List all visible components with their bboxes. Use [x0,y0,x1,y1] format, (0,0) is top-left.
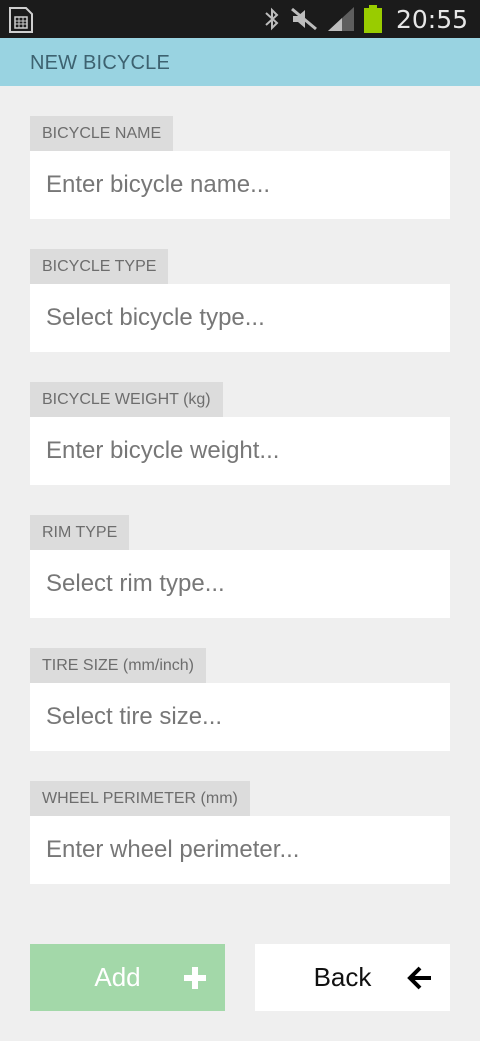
arrow-left-icon [400,958,440,998]
add-button[interactable]: Add [30,944,225,1011]
bluetooth-icon [265,7,279,31]
wheel-perimeter-field-group: WHEEL PERIMETER (mm) [30,781,450,884]
bicycle-name-input[interactable] [30,151,450,219]
mute-icon [290,7,317,31]
tire-size-field-group: TIRE SIZE (mm/inch) Select tire size... [30,648,450,751]
sim-card-icon [9,7,33,33]
battery-icon [363,5,382,33]
rim-type-field-group: RIM TYPE Select rim type... [30,515,450,618]
bicycle-weight-box[interactable] [30,417,450,485]
tire-size-select[interactable]: Select tire size... [30,683,450,751]
bicycle-type-label: BICYCLE TYPE [30,249,169,284]
bicycle-name-field-group: BICYCLE NAME [30,116,450,219]
plus-icon [175,958,215,998]
rim-type-label: RIM TYPE [30,515,130,550]
app-bar: NEW BICYCLE [0,38,480,86]
tire-size-label: TIRE SIZE (mm/inch) [30,648,207,683]
bicycle-weight-input[interactable] [30,417,450,485]
wheel-perimeter-box[interactable] [30,816,450,884]
wheel-perimeter-label: WHEEL PERIMETER (mm) [30,781,250,816]
bicycle-name-box[interactable] [30,151,450,219]
bicycle-weight-field-group: BICYCLE WEIGHT (kg) [30,382,450,485]
add-button-label: Add [94,962,141,992]
bicycle-type-field-group: BICYCLE TYPE Select bicycle type... [30,249,450,352]
page-title: NEW BICYCLE [30,52,171,74]
tire-size-placeholder[interactable]: Select tire size... [30,683,450,751]
bicycle-type-placeholder[interactable]: Select bicycle type... [30,284,450,352]
clock-time: 20:55 [395,4,468,34]
back-button-label: Back [313,962,372,992]
signal-icon [327,7,354,31]
wheel-perimeter-input[interactable] [30,816,450,884]
status-bar: 20:55 [0,0,480,38]
rim-type-select[interactable]: Select rim type... [30,550,450,618]
bicycle-name-label: BICYCLE NAME [30,116,174,151]
back-button[interactable]: Back [255,944,450,1011]
bicycle-weight-label: BICYCLE WEIGHT (kg) [30,382,223,417]
bicycle-type-select[interactable]: Select bicycle type... [30,284,450,352]
rim-type-placeholder[interactable]: Select rim type... [30,550,450,618]
